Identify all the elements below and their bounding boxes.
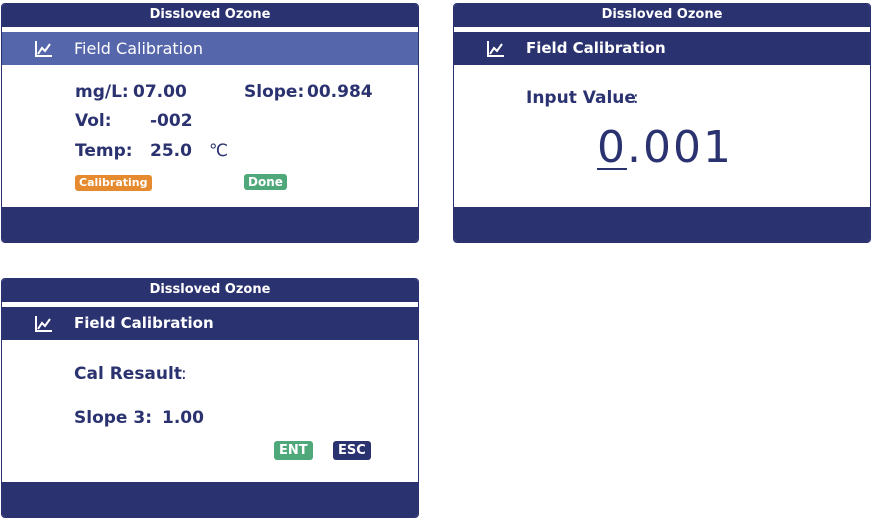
title-text: Field Calibration [74,39,204,58]
cal-result-colon: : [181,364,187,384]
title-text: Field Calibration [526,39,666,57]
bottom-bar [2,482,418,517]
title-text: Field Calibration [74,314,214,332]
chart-line-icon [35,41,52,57]
temp-label: Temp: [75,141,133,161]
top-title: Dissloved Ozone [2,279,418,302]
bottom-bar [2,207,418,242]
vol-value: -002 [150,111,193,131]
screen-calibrating: Dissloved Ozone Field Calibration mg/L: … [1,3,419,243]
slope-label: Slope 3: [74,408,152,428]
slope-label: Slope: [244,82,305,102]
ent-button[interactable]: ENT [274,441,313,460]
cal-result-label: Cal Resault [74,364,182,384]
input-value-display[interactable]: 0.001 [597,122,733,173]
top-title: Dissloved Ozone [2,4,418,27]
vol-label: Vol: [75,111,112,131]
screen-cal-result: Dissloved Ozone Field Calibration Cal Re… [1,278,419,518]
mg-value: 07.00 [133,82,187,102]
status-badge-calibrating: Calibrating [75,175,152,191]
slope-value: 00.984 [307,82,373,102]
top-title: Dissloved Ozone [454,4,870,27]
esc-button[interactable]: ESC [333,441,371,460]
temp-unit: ℃ [209,141,229,161]
title-bar: Field Calibration [2,32,418,65]
mg-label: mg/L: [75,82,129,102]
bottom-bar [454,207,870,242]
input-value-colon: : [633,88,639,108]
status-badge-done: Done [244,174,287,190]
value-rest: .001 [627,122,733,173]
title-bar: Field Calibration [2,307,418,340]
input-value-label: Input Value [526,88,636,108]
cursor-digit[interactable]: 0 [597,122,627,173]
chart-line-icon [35,316,52,332]
temp-value: 25.0 [150,141,192,161]
chart-line-icon [487,41,504,57]
title-bar: Field Calibration [454,32,870,65]
screen-input-value: Dissloved Ozone Field Calibration Input … [453,3,871,243]
slope-value: 1.00 [162,408,204,428]
